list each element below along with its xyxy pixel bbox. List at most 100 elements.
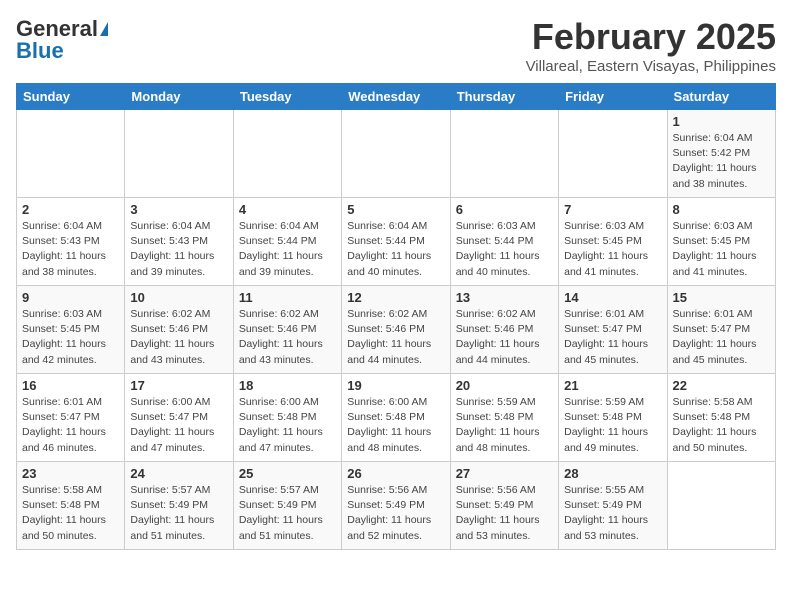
day-info: Sunrise: 6:00 AMSunset: 5:48 PMDaylight:… xyxy=(347,395,444,456)
calendar-cell: 27Sunrise: 5:56 AMSunset: 5:49 PMDayligh… xyxy=(450,462,558,550)
logo: General Blue xyxy=(16,16,108,64)
calendar-week-row: 16 Sunrise: 6:01 AMSunset: 5:47 PMDayligh… xyxy=(17,374,776,462)
calendar-cell: 16 Sunrise: 6:01 AMSunset: 5:47 PMDayligh… xyxy=(17,374,125,462)
calendar-cell: 23 Sunrise: 5:58 AMSunset: 5:48 PMDayligh… xyxy=(17,462,125,550)
calendar-cell xyxy=(559,110,667,198)
calendar-cell: 13 Sunrise: 6:02 AMSunset: 5:46 PMDayligh… xyxy=(450,286,558,374)
day-number: 1 xyxy=(673,114,770,129)
day-number: 12 xyxy=(347,290,444,305)
day-number: 25 xyxy=(239,466,336,481)
day-number: 16 xyxy=(22,378,119,393)
day-info: Sunrise: 5:55 AMSunset: 5:49 PMDaylight:… xyxy=(564,483,661,544)
day-info: Sunrise: 6:00 AMSunset: 5:48 PMDaylight:… xyxy=(239,395,336,456)
calendar-cell: 8Sunrise: 6:03 AMSunset: 5:45 PMDaylight… xyxy=(667,198,775,286)
day-number: 13 xyxy=(456,290,553,305)
day-number: 19 xyxy=(347,378,444,393)
day-number: 4 xyxy=(239,202,336,217)
calendar-week-row: 9Sunrise: 6:03 AMSunset: 5:45 PMDaylight… xyxy=(17,286,776,374)
calendar-cell: 5 Sunrise: 6:04 AMSunset: 5:44 PMDaylight… xyxy=(342,198,450,286)
column-header-tuesday: Tuesday xyxy=(233,84,341,110)
day-info: Sunrise: 6:00 AMSunset: 5:47 PMDaylight:… xyxy=(130,395,227,456)
day-info: Sunrise: 6:01 AMSunset: 5:47 PMDaylight:… xyxy=(22,395,119,456)
calendar-cell xyxy=(342,110,450,198)
logo-triangle-icon xyxy=(100,22,108,36)
calendar-cell xyxy=(233,110,341,198)
calendar-cell: 4 Sunrise: 6:04 AMSunset: 5:44 PMDaylight… xyxy=(233,198,341,286)
day-info: Sunrise: 5:56 AMSunset: 5:49 PMDaylight:… xyxy=(456,483,553,544)
calendar-cell: 25Sunrise: 5:57 AMSunset: 5:49 PMDayligh… xyxy=(233,462,341,550)
day-number: 3 xyxy=(130,202,227,217)
calendar-cell xyxy=(450,110,558,198)
day-info: Sunrise: 6:02 AMSunset: 5:46 PMDaylight:… xyxy=(347,307,444,368)
page-header: General Blue February 2025 Villareal, Ea… xyxy=(16,16,776,75)
day-number: 26 xyxy=(347,466,444,481)
calendar-cell: 11 Sunrise: 6:02 AMSunset: 5:46 PMDayligh… xyxy=(233,286,341,374)
day-info: Sunrise: 6:04 AMSunset: 5:42 PMDaylight:… xyxy=(673,131,770,192)
calendar-cell: 7 Sunrise: 6:03 AMSunset: 5:45 PMDaylight… xyxy=(559,198,667,286)
calendar-week-row: 2 Sunrise: 6:04 AMSunset: 5:43 PMDaylight… xyxy=(17,198,776,286)
column-header-thursday: Thursday xyxy=(450,84,558,110)
day-info: Sunrise: 5:59 AMSunset: 5:48 PMDaylight:… xyxy=(564,395,661,456)
calendar-header-row: SundayMondayTuesdayWednesdayThursdayFrid… xyxy=(17,84,776,110)
main-title: February 2025 xyxy=(526,16,776,58)
day-info: Sunrise: 6:02 AMSunset: 5:46 PMDaylight:… xyxy=(239,307,336,368)
calendar-cell: 17 Sunrise: 6:00 AMSunset: 5:47 PMDayligh… xyxy=(125,374,233,462)
calendar-cell: 3 Sunrise: 6:04 AMSunset: 5:43 PMDaylight… xyxy=(125,198,233,286)
column-header-wednesday: Wednesday xyxy=(342,84,450,110)
day-number: 5 xyxy=(347,202,444,217)
day-number: 6 xyxy=(456,202,553,217)
calendar-cell: 22 Sunrise: 5:58 AMSunset: 5:48 PMDayligh… xyxy=(667,374,775,462)
calendar-week-row: 23 Sunrise: 5:58 AMSunset: 5:48 PMDayligh… xyxy=(17,462,776,550)
calendar-week-row: 1 Sunrise: 6:04 AMSunset: 5:42 PMDaylight… xyxy=(17,110,776,198)
day-info: Sunrise: 6:01 AMSunset: 5:47 PMDaylight:… xyxy=(673,307,770,368)
calendar-cell: 28 Sunrise: 5:55 AMSunset: 5:49 PMDayligh… xyxy=(559,462,667,550)
day-info: Sunrise: 6:03 AMSunset: 5:45 PMDaylight:… xyxy=(564,219,661,280)
day-info: Sunrise: 5:58 AMSunset: 5:48 PMDaylight:… xyxy=(22,483,119,544)
day-number: 11 xyxy=(239,290,336,305)
calendar-cell: 10 Sunrise: 6:02 AMSunset: 5:46 PMDayligh… xyxy=(125,286,233,374)
calendar-cell: 2 Sunrise: 6:04 AMSunset: 5:43 PMDaylight… xyxy=(17,198,125,286)
day-info: Sunrise: 5:57 AMSunset: 5:49 PMDaylight:… xyxy=(130,483,227,544)
day-number: 10 xyxy=(130,290,227,305)
day-number: 23 xyxy=(22,466,119,481)
calendar-cell: 9Sunrise: 6:03 AMSunset: 5:45 PMDaylight… xyxy=(17,286,125,374)
day-info: Sunrise: 5:58 AMSunset: 5:48 PMDaylight:… xyxy=(673,395,770,456)
calendar-cell xyxy=(667,462,775,550)
day-number: 2 xyxy=(22,202,119,217)
calendar-cell: 26 Sunrise: 5:56 AMSunset: 5:49 PMDayligh… xyxy=(342,462,450,550)
column-header-saturday: Saturday xyxy=(667,84,775,110)
column-header-monday: Monday xyxy=(125,84,233,110)
title-block: February 2025 Villareal, Eastern Visayas… xyxy=(526,16,776,75)
calendar-cell xyxy=(125,110,233,198)
day-info: Sunrise: 6:01 AMSunset: 5:47 PMDaylight:… xyxy=(564,307,661,368)
day-number: 9 xyxy=(22,290,119,305)
day-number: 14 xyxy=(564,290,661,305)
column-header-sunday: Sunday xyxy=(17,84,125,110)
day-number: 17 xyxy=(130,378,227,393)
day-info: Sunrise: 6:04 AMSunset: 5:44 PMDaylight:… xyxy=(347,219,444,280)
day-number: 22 xyxy=(673,378,770,393)
day-info: Sunrise: 6:04 AMSunset: 5:43 PMDaylight:… xyxy=(130,219,227,280)
calendar-cell: 19 Sunrise: 6:00 AMSunset: 5:48 PMDayligh… xyxy=(342,374,450,462)
logo-blue-text: Blue xyxy=(16,38,64,64)
day-number: 28 xyxy=(564,466,661,481)
subtitle: Villareal, Eastern Visayas, Philippines xyxy=(526,58,776,75)
day-info: Sunrise: 6:03 AMSunset: 5:44 PMDaylight:… xyxy=(456,219,553,280)
day-number: 24 xyxy=(130,466,227,481)
day-info: Sunrise: 6:04 AMSunset: 5:43 PMDaylight:… xyxy=(22,219,119,280)
calendar-cell xyxy=(17,110,125,198)
calendar-cell: 20Sunrise: 5:59 AMSunset: 5:48 PMDayligh… xyxy=(450,374,558,462)
day-info: Sunrise: 6:04 AMSunset: 5:44 PMDaylight:… xyxy=(239,219,336,280)
day-number: 15 xyxy=(673,290,770,305)
calendar-table: SundayMondayTuesdayWednesdayThursdayFrid… xyxy=(16,83,776,550)
day-number: 8 xyxy=(673,202,770,217)
calendar-cell: 1 Sunrise: 6:04 AMSunset: 5:42 PMDaylight… xyxy=(667,110,775,198)
calendar-cell: 6 Sunrise: 6:03 AMSunset: 5:44 PMDaylight… xyxy=(450,198,558,286)
day-number: 7 xyxy=(564,202,661,217)
calendar-cell: 15 Sunrise: 6:01 AMSunset: 5:47 PMDayligh… xyxy=(667,286,775,374)
calendar-cell: 18 Sunrise: 6:00 AMSunset: 5:48 PMDayligh… xyxy=(233,374,341,462)
day-info: Sunrise: 5:56 AMSunset: 5:49 PMDaylight:… xyxy=(347,483,444,544)
day-number: 18 xyxy=(239,378,336,393)
day-info: Sunrise: 6:02 AMSunset: 5:46 PMDaylight:… xyxy=(456,307,553,368)
day-info: Sunrise: 6:02 AMSunset: 5:46 PMDaylight:… xyxy=(130,307,227,368)
